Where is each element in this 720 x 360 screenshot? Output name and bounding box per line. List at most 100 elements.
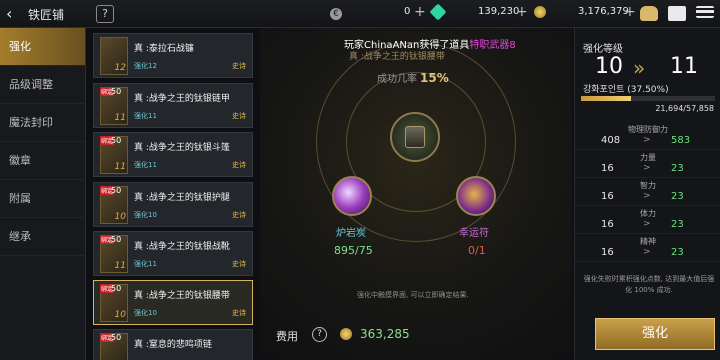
stat-old: 16: [601, 247, 614, 258]
belt-icon: [405, 126, 425, 148]
add-gem-button[interactable]: +: [516, 4, 528, 20]
mail-icon[interactable]: [668, 6, 686, 21]
item-count: 50: [111, 136, 122, 145]
enhance-info-panel: 强化等级 10 » 11 강화포인트 (37.50%) 21,694/57,85…: [574, 28, 720, 360]
euro-coin-icon: €: [330, 8, 342, 20]
list-item-selected[interactable]: 绑定 50 10 真 :战争之王的钛银腰带 强化10 史诗: [93, 280, 253, 325]
success-rate-value: 15%: [420, 71, 449, 85]
list-item[interactable]: 绑定 50 11 真 :战争之王的钛银斗篷 强化11 史诗: [93, 132, 253, 177]
back-arrow-icon[interactable]: ‹: [6, 5, 24, 23]
currency-gem-value: 139,230: [478, 6, 520, 17]
current-level: 10: [595, 54, 623, 79]
list-item[interactable]: 12 真 :泰拉石战镰 强化12 史诗: [93, 33, 253, 78]
item-grade: 史诗: [232, 161, 246, 169]
stat-new: 23: [671, 247, 684, 258]
arrow-icon: >: [643, 163, 651, 173]
lava-coal-icon[interactable]: [332, 176, 372, 216]
item-name: 真 :战争之王的钛银斗篷: [134, 143, 230, 153]
top-bar: ‹ 铁匠铺 ? € 0 + 139,230 + 3,176,379 +: [0, 0, 720, 28]
item-count: 50: [111, 284, 122, 293]
bag-icon[interactable]: [640, 6, 658, 21]
item-level: 强化11: [134, 161, 157, 169]
item-level: 强化12: [134, 62, 157, 70]
top-icons: [640, 6, 714, 21]
item-count: 50: [111, 186, 122, 195]
next-level: 11: [670, 54, 698, 79]
item-plus-level: 10: [114, 310, 126, 320]
cost-help-button[interactable]: ?: [312, 327, 327, 342]
item-thumbnail: 绑定 50 11: [100, 136, 128, 174]
stat-name: 力量: [640, 153, 656, 162]
lucky-charm-icon[interactable]: [456, 176, 496, 216]
help-button[interactable]: ?: [96, 5, 114, 23]
item-grade: 史诗: [232, 309, 246, 317]
item-plus-level: 11: [114, 261, 126, 271]
enhance-level-title: 强化等级: [583, 44, 623, 55]
list-item[interactable]: 绑定 50 10 真 :战争之王的钛银护腿 强化10 史诗: [93, 182, 253, 227]
item-thumbnail: 12: [100, 37, 128, 75]
stat-row: 体力 16 > 23: [575, 206, 720, 234]
material-name: 炉岩炭: [336, 228, 366, 239]
item-plus-level: 12: [114, 63, 126, 73]
item-grade: 史诗: [232, 112, 246, 120]
menu-icon[interactable]: [696, 6, 714, 18]
stat-name: 体力: [640, 209, 656, 218]
success-rate: 成功几率 15%: [377, 70, 449, 85]
stat-old: 16: [601, 191, 614, 202]
stat-name: 精神: [640, 237, 656, 246]
stat-new: 23: [671, 191, 684, 202]
item-level: 强化10: [134, 211, 157, 219]
item-name: 真 :战争之王的钛银护腿: [134, 193, 230, 203]
item-thumbnail: 绑定 50: [100, 333, 128, 360]
item-thumbnail: 绑定 50 10: [100, 284, 128, 322]
list-item[interactable]: 绑定 50 11 真 :战争之王的钛银战靴 强化11 史诗: [93, 231, 253, 276]
enhance-area: 玩家ChinaANan获得了道具特职武器8 真 :战争之王的钛银腰带 成功几率 1…: [260, 28, 572, 360]
enhance-button[interactable]: 强化: [595, 318, 715, 350]
notice-item: 特职武器8: [469, 40, 516, 51]
stat-row: 力量 16 > 23: [575, 150, 720, 178]
points-progress-fill: [581, 96, 632, 101]
target-item-name: 真 :战争之王的钛银腰带: [349, 52, 445, 62]
points-value: 21,694/57,858: [655, 104, 714, 113]
tab-magic-seal[interactable]: 魔法封印: [0, 104, 85, 142]
tab-inherit[interactable]: 继承: [0, 218, 85, 256]
item-plus-level: 11: [114, 162, 126, 172]
item-grade: 史诗: [232, 62, 246, 70]
item-thumbnail: 绑定 50 10: [100, 186, 128, 224]
target-item-slot[interactable]: [390, 112, 440, 162]
stat-list: 物理防御力 408 > 583 力量 16 > 23 智力 16 > 23 体力…: [575, 122, 720, 262]
currency-gold: [534, 6, 550, 19]
points-progress-bar: [581, 96, 715, 101]
stat-row: 物理防御力 408 > 583: [575, 122, 720, 150]
item-plus-level: 10: [114, 212, 126, 222]
add-gold-button[interactable]: +: [624, 4, 636, 20]
tab-enchant[interactable]: 附属: [0, 180, 85, 218]
hint-text: 强化中触摸界面, 可以立即确定结果.: [357, 291, 469, 299]
category-tabs: 强化 品级调整 魔法封印 徽章 附属 继承: [0, 28, 86, 360]
gold-coin-icon: [534, 6, 546, 18]
arrow-icon: >: [643, 219, 651, 229]
stat-name: 智力: [640, 181, 656, 190]
item-level: 强化11: [134, 112, 157, 120]
success-rate-label: 成功几率: [377, 74, 417, 85]
stat-new: 583: [671, 135, 691, 146]
currency-euro-value: 0: [404, 6, 411, 17]
tab-emblem[interactable]: 徽章: [0, 142, 85, 180]
list-item[interactable]: 绑定 50 11 真 :战争之王的钛银链甲 强化11 史诗: [93, 83, 253, 128]
item-level: 强化10: [134, 309, 157, 317]
tab-enhance[interactable]: 强化: [0, 28, 85, 66]
list-item[interactable]: 绑定 50 真 :窒息的悲鸣项链: [93, 329, 253, 360]
tab-grade-adjust[interactable]: 品级调整: [0, 66, 85, 104]
add-euro-button[interactable]: +: [414, 4, 426, 20]
material-name: 幸运符: [459, 228, 489, 239]
gold-coin-icon: [340, 328, 352, 340]
item-name: 真 :泰拉石战镰: [134, 44, 194, 54]
currency-gold-value: 3,176,379: [578, 6, 629, 17]
material-count: 0/1: [468, 244, 486, 257]
double-arrow-icon: »: [633, 56, 646, 80]
item-thumbnail: 绑定 50 11: [100, 87, 128, 125]
item-list: 12 真 :泰拉石战镰 强化12 史诗 绑定 50 11 真 :战争之王的钛银链甲 …: [90, 33, 256, 360]
item-name: 真 :战争之王的钛银战靴: [134, 242, 230, 252]
arrow-icon: >: [643, 135, 651, 145]
stat-new: 23: [671, 219, 684, 230]
